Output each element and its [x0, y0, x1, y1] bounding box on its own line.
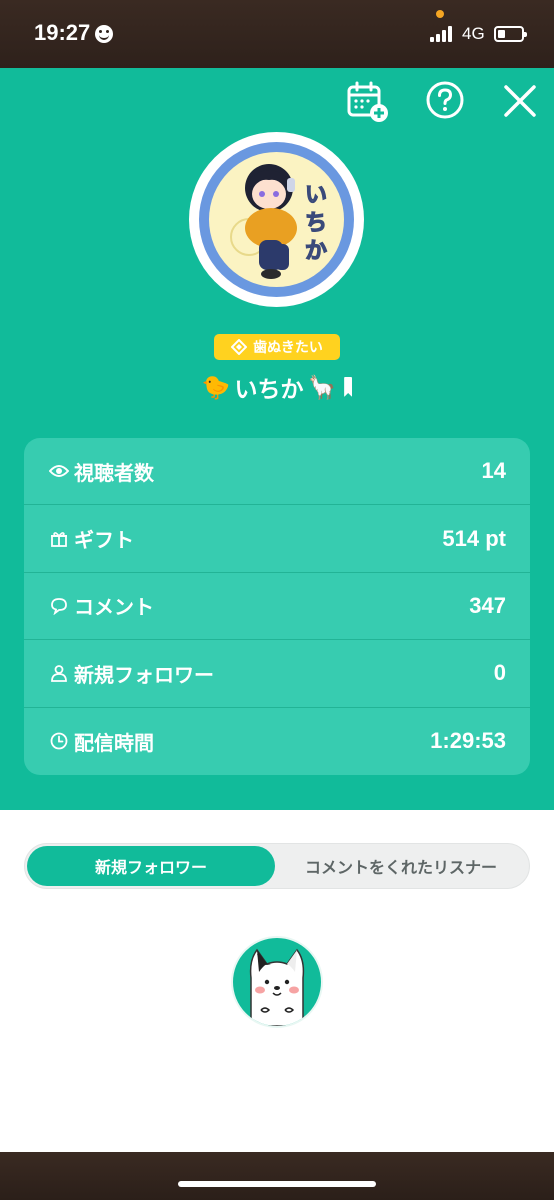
- home-indicator[interactable]: [178, 1181, 376, 1187]
- status-bar: 19:27 4G: [0, 0, 554, 68]
- stat-label: 新規フォロワー: [74, 662, 214, 687]
- status-time: 19:27: [34, 20, 91, 45]
- stat-value: 0: [493, 660, 506, 686]
- person-icon: [48, 662, 70, 684]
- dog-avatar-illustration: [249, 948, 305, 1026]
- stat-label: コメント: [74, 595, 154, 620]
- listener-tabs: 新規フォロワー コメントをくれたリスナー: [24, 843, 530, 889]
- name-suffix-emoji: 🦙: [307, 374, 337, 401]
- bottom-bar: [0, 1152, 554, 1200]
- avatar-illustration: い ち か: [230, 164, 328, 279]
- stat-label: 配信時間: [74, 730, 154, 755]
- broadcaster-name-text: いちか: [234, 377, 304, 403]
- name-prefix-emoji: 🐤: [201, 374, 231, 401]
- speech-bubble-icon: [48, 595, 70, 617]
- gift-icon: [48, 528, 70, 550]
- stat-label: 視聴者数: [74, 460, 154, 485]
- stat-row-comments: コメント 347: [24, 573, 530, 641]
- close-icon[interactable]: [502, 80, 544, 122]
- svg-text:い: い: [305, 183, 327, 208]
- smiley-icon: [95, 25, 113, 43]
- broadcaster-name: 🐤 いちか 🦙: [0, 370, 554, 404]
- badge-label: 歯ぬきたい: [253, 340, 323, 356]
- recording-indicator-dot: [436, 10, 444, 18]
- stat-value: 347: [469, 592, 506, 618]
- tab-new-followers[interactable]: 新規フォロワー: [27, 846, 275, 886]
- stats-card: 視聴者数 14 ギフト 514 pt コメント 347 新規フォロワー 0 配信…: [24, 438, 530, 775]
- rank-badge: 歯ぬきたい: [214, 334, 340, 360]
- svg-text:か: か: [305, 239, 327, 264]
- calendar-add-icon[interactable]: [346, 80, 388, 122]
- broadcaster-avatar[interactable]: い ち か: [189, 132, 364, 307]
- tab-commenters[interactable]: コメントをくれたリスナー: [275, 846, 527, 886]
- stream-summary-panel: い ち か 歯ぬきたい 🐤 いちか 🦙 視聴者数 14 ギフト 514 pt コ…: [0, 68, 554, 810]
- stat-row-gifts: ギフト 514 pt: [24, 505, 530, 573]
- stat-row-stream-time: 配信時間 1:29:53: [24, 708, 530, 775]
- stat-value: 14: [481, 458, 506, 484]
- diamond-icon: [230, 338, 248, 356]
- help-icon[interactable]: [425, 80, 467, 122]
- stat-value: 514 pt: [442, 525, 506, 551]
- follower-avatar[interactable]: [231, 936, 323, 1028]
- svg-text:ち: ち: [305, 211, 327, 236]
- eye-icon: [48, 460, 70, 482]
- bookmark-icon: [344, 377, 353, 397]
- stat-row-new-followers: 新規フォロワー 0: [24, 640, 530, 708]
- stat-row-viewers: 視聴者数 14: [24, 438, 530, 506]
- signal-icon: [430, 26, 456, 42]
- stat-value: 1:29:53: [430, 728, 506, 754]
- stat-label: ギフト: [74, 528, 134, 553]
- clock-icon: [48, 730, 70, 752]
- battery-icon: [494, 26, 527, 42]
- network-type: 4G: [462, 24, 485, 43]
